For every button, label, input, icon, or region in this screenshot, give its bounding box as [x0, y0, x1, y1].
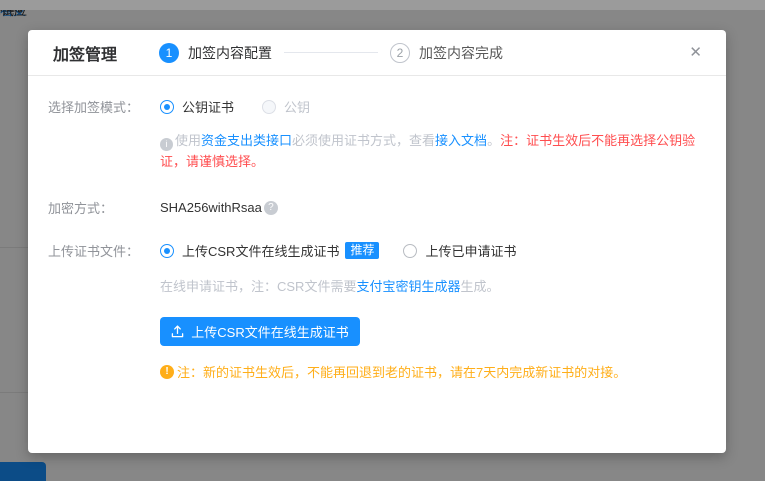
upload-csr-button-label: 上传CSR文件在线生成证书: [191, 322, 348, 341]
warning-icon: !: [160, 365, 174, 379]
access-doc-link[interactable]: 接入文档: [435, 133, 487, 148]
cert-rollback-warning-text: 注：新的证书生效后，不能再回退到老的证书，请在7天内完成新证书的对接。: [177, 362, 626, 381]
dialog-title: 加签管理: [53, 41, 117, 65]
signature-management-dialog: 加签管理 1 加签内容配置 2 加签内容完成 ✕ 选择加签模式： 公钥证书: [28, 30, 726, 453]
sign-mode-label: 选择加签模式：: [48, 97, 160, 116]
upload-icon: [171, 325, 184, 338]
step-1-label: 加签内容配置: [188, 43, 272, 63]
cert-rollback-warning: ! 注：新的证书生效后，不能再回退到老的证书，请在7天内完成新证书的对接。: [160, 362, 702, 381]
radio-upload-existing-label: 上传已申请证书: [425, 241, 516, 260]
upload-cert-label: 上传证书文件：: [48, 241, 160, 260]
step-connector-line: [284, 52, 378, 53]
cert-mode-note: i使用资金支出类接口必须使用证书方式，查看接入文档。注：证书生效后不能再选择公钥…: [160, 130, 712, 172]
step-2-content-done: 2 加签内容完成: [390, 43, 503, 63]
help-icon[interactable]: ?: [264, 201, 278, 215]
radio-upload-csr[interactable]: 上传CSR文件在线生成证书: [160, 241, 339, 260]
upload-cert-row: 上传证书文件： 上传CSR文件在线生成证书 推荐 上传已申请证书: [48, 241, 702, 260]
csr-hint: 在线申请证书，注：CSR文件需要支付宝密钥生成器生成。: [160, 276, 702, 295]
steps-indicator: 1 加签内容配置 2 加签内容完成: [159, 43, 503, 63]
step-2-label: 加签内容完成: [419, 43, 503, 63]
close-icon[interactable]: ✕: [685, 41, 706, 64]
radio-public-key-cert[interactable]: 公钥证书: [160, 97, 234, 116]
radio-upload-csr-label: 上传CSR文件在线生成证书: [182, 241, 339, 260]
sign-mode-row: 选择加签模式： 公钥证书 公钥: [48, 97, 702, 116]
encrypt-method-value: SHA256withRsaa: [160, 200, 262, 215]
note-period: 。: [487, 133, 500, 148]
radio-public-key: 公钥: [262, 97, 310, 116]
radio-unchecked-icon: [403, 244, 417, 258]
radio-upload-existing[interactable]: 上传已申请证书: [403, 241, 516, 260]
recommended-badge: 推荐: [345, 242, 379, 259]
info-icon: i: [160, 138, 173, 151]
csr-hint-suffix: 生成。: [460, 279, 499, 294]
radio-disabled-icon: [262, 100, 276, 114]
radio-public-key-label: 公钥: [284, 97, 310, 116]
note-middle: 必须使用证书方式，查看: [292, 133, 435, 148]
dialog-header: 加签管理 1 加签内容配置 2 加签内容完成 ✕: [28, 30, 726, 76]
encrypt-method-row: 加密方式： SHA256withRsaa ?: [48, 198, 702, 217]
encrypt-method-label: 加密方式：: [48, 198, 160, 217]
page-top-strip: [0, 0, 765, 10]
radio-public-key-cert-label: 公钥证书: [182, 97, 234, 116]
step-1-number: 1: [159, 43, 179, 63]
key-generator-link[interactable]: 支付宝密钥生成器: [356, 279, 460, 294]
upload-button-row: 上传CSR文件在线生成证书: [160, 317, 702, 346]
note-prefix: 使用: [175, 133, 201, 148]
csr-hint-prefix: 在线申请证书，注：CSR文件需要: [160, 279, 356, 294]
dialog-body: 选择加签模式： 公钥证书 公钥 i使用资金支出类接口必须使用证书方式，查看接入文…: [28, 97, 726, 381]
step-1-content-config: 1 加签内容配置: [159, 43, 272, 63]
fund-api-link[interactable]: 资金支出类接口: [201, 133, 292, 148]
radio-checked-icon: [160, 244, 174, 258]
upload-csr-button[interactable]: 上传CSR文件在线生成证书: [160, 317, 360, 346]
step-2-number: 2: [390, 43, 410, 63]
radio-checked-icon: [160, 100, 174, 114]
